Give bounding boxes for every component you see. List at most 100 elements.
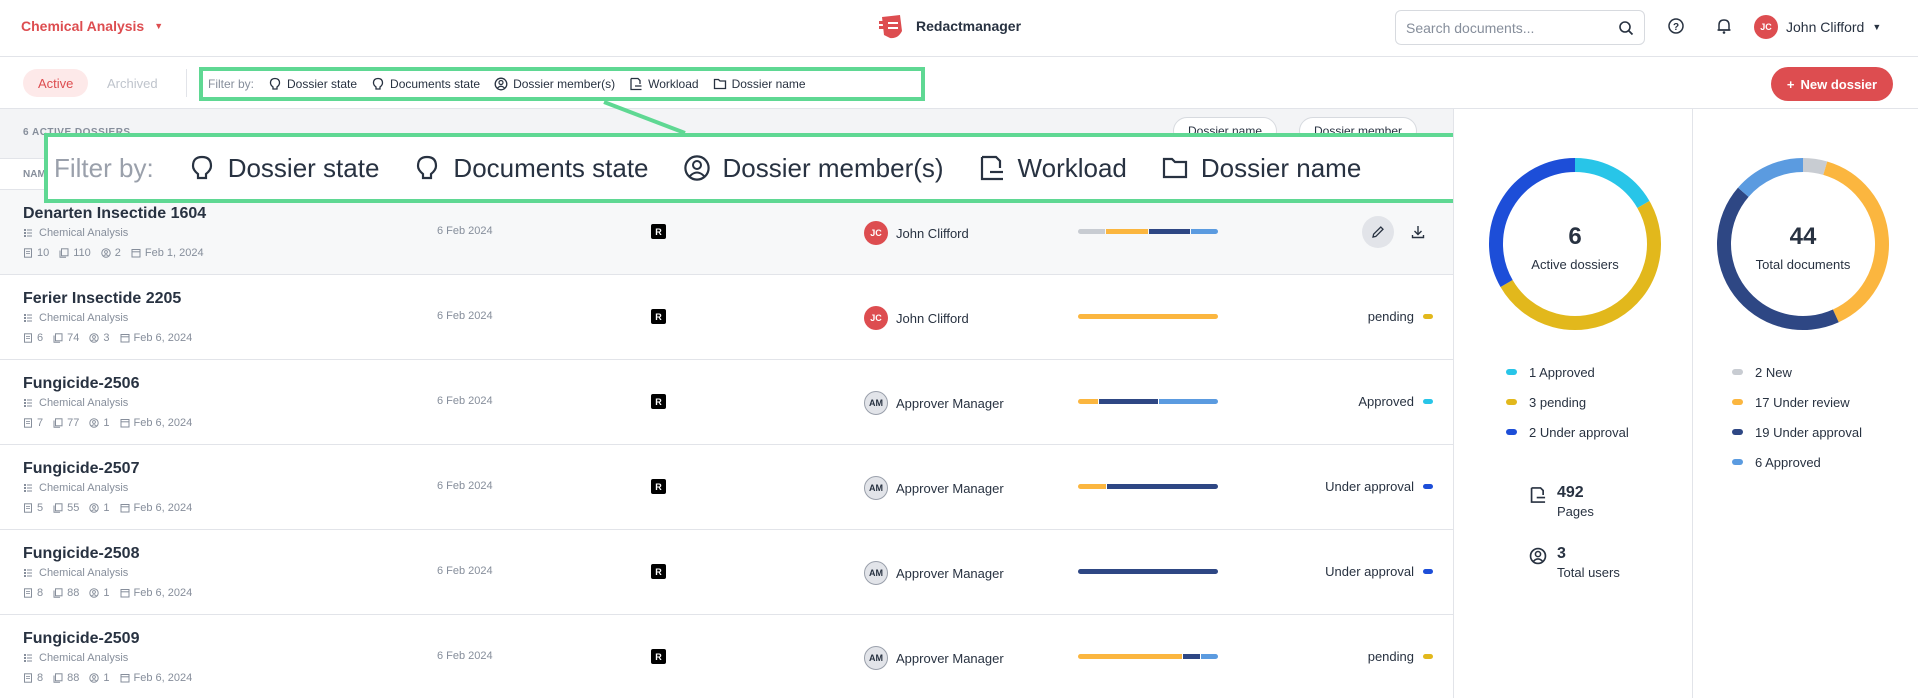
doc-count-value: 6 (37, 332, 44, 344)
help-icon[interactable]: ? (1667, 17, 1685, 35)
last-modified: 6 Feb 2024 (437, 395, 493, 407)
template-badge: R (651, 309, 666, 324)
dossier-name[interactable]: Fungicide-2506 (23, 375, 139, 393)
dossier-name[interactable]: Fungicide-2507 (23, 460, 139, 478)
avatar: AM (864, 646, 888, 670)
table-row[interactable]: Fungicide-2506 Chemical Analysis 7 77 1 Feb 6… (0, 360, 1453, 445)
legend-item[interactable]: 3 pending (1506, 387, 1629, 417)
table-row[interactable]: Ferier Insectide 2205 Chemical Analysis 6 7… (0, 275, 1453, 360)
workload-icon (980, 155, 1003, 181)
bulb-icon (417, 155, 438, 180)
dossier-stats: 6 74 3 Feb 6, 2024 (23, 332, 192, 344)
new-dossier-label: New dossier (1800, 76, 1878, 92)
dossier-name[interactable]: Denarten Insectide 1604 (23, 205, 206, 223)
filter-dossier-members[interactable]: Dossier member(s) (494, 77, 615, 91)
tab-active[interactable]: Active (23, 69, 89, 97)
created-date-value: Feb 6, 2024 (133, 587, 193, 599)
dossier-total: 6 (1568, 223, 1582, 250)
pages-icon (53, 503, 63, 513)
dossier-name[interactable]: Ferier Insectide 2205 (23, 290, 181, 308)
filter-label-text: Dossier member(s) (722, 152, 944, 183)
table-row[interactable]: Fungicide-2507 Chemical Analysis 5 55 1 Feb 6… (0, 445, 1453, 530)
template-name: Chemical Analysis (39, 567, 129, 579)
pages-icon (59, 248, 69, 258)
workload-segment-approval (1078, 569, 1218, 574)
stats-panel: 6 Active dossiers 1 Approved 3 pending 2… (1453, 109, 1918, 698)
legend-item[interactable]: 2 Under approval (1506, 417, 1629, 447)
new-dossier-button[interactable]: + New dossier (1771, 67, 1893, 101)
template-badge: R (651, 649, 666, 664)
workload-bar (1078, 229, 1218, 234)
pages-icon (53, 673, 63, 683)
dossier-owner: AM Approver Manager (864, 391, 1004, 415)
status-label: Under approval (1325, 479, 1414, 494)
user-menu[interactable]: JC John Clifford ▼ (1754, 15, 1881, 39)
pages-icon (53, 588, 63, 598)
filter-documents-state[interactable]: Documents state (413, 153, 649, 184)
doc-count-value: 8 (37, 672, 44, 684)
legend-item[interactable]: 6 Approved (1732, 447, 1862, 477)
workload-bar (1078, 654, 1218, 659)
edit-button[interactable] (1362, 216, 1394, 248)
avatar: JC (864, 221, 888, 245)
document-icon (23, 418, 33, 428)
filter-dossier-members[interactable]: Dossier member(s) (683, 153, 944, 184)
status-dot (1423, 569, 1433, 574)
page-count-value: 77 (67, 417, 80, 429)
status-dot (1423, 399, 1433, 404)
dossier-donut-center: 6 Active dossiers (1485, 223, 1665, 272)
legend-item[interactable]: 2 New (1732, 357, 1862, 387)
workload-icon (1530, 487, 1546, 503)
page-count-value: 88 (67, 672, 80, 684)
legend-item[interactable]: 1 Approved (1506, 357, 1629, 387)
bulb-icon (269, 77, 281, 90)
filter-dossier-name[interactable]: Dossier name (713, 77, 806, 91)
workload-segment-new (1078, 229, 1106, 234)
table-row[interactable]: Fungicide-2508 Chemical Analysis 8 88 1 Feb 6… (0, 530, 1453, 615)
tab-archived[interactable]: Archived (107, 76, 158, 91)
legend-item[interactable]: 19 Under approval (1732, 417, 1862, 447)
legend-item[interactable]: 17 Under review (1732, 387, 1862, 417)
search-icon[interactable] (1618, 20, 1634, 36)
page-count-value: 74 (67, 332, 80, 344)
page-count: 110 (59, 247, 91, 259)
member-count: 3 (89, 332, 110, 344)
avatar: AM (864, 561, 888, 585)
pages-label: Pages (1557, 504, 1594, 519)
filter-workload[interactable]: Workload (978, 153, 1127, 184)
table-row[interactable]: Fungicide-2509 Chemical Analysis 8 88 1 Feb 6… (0, 615, 1453, 698)
legend-label: 1 Approved (1529, 364, 1595, 380)
filter-workload[interactable]: Workload (629, 77, 699, 91)
legend-dot (1732, 369, 1743, 375)
filter-dossier-name[interactable]: Dossier name (1161, 153, 1361, 184)
created-date-value: Feb 1, 2024 (144, 247, 204, 259)
search-input[interactable]: Search documents... (1395, 10, 1645, 45)
user-circle-icon (1529, 547, 1547, 565)
filter-dossier-state[interactable]: Dossier state (188, 153, 379, 184)
template-badge: R (651, 224, 666, 239)
documents-total: 44 (1789, 223, 1817, 250)
workload-segment-approved (1200, 654, 1218, 659)
status-label: pending (1367, 649, 1414, 664)
dossier-name[interactable]: Fungicide-2509 (23, 630, 139, 648)
workload-segment-approval (1182, 654, 1200, 659)
dossier-owner: AM Approver Manager (864, 646, 1004, 670)
user-icon (89, 673, 100, 683)
svg-text:?: ? (1673, 22, 1679, 33)
bell-icon[interactable] (1715, 17, 1733, 35)
filter-documents-state[interactable]: Documents state (371, 77, 480, 91)
divider (186, 69, 187, 97)
doc-count-value: 8 (37, 587, 44, 599)
dossier-owner: AM Approver Manager (864, 476, 1004, 500)
dossier-name[interactable]: Fungicide-2508 (23, 545, 139, 563)
download-button[interactable] (1402, 216, 1434, 248)
project-switcher[interactable]: Chemical Analysis ▼ (21, 18, 163, 34)
calendar-icon (131, 248, 141, 258)
template-name: Chemical Analysis (39, 312, 129, 324)
legend-dot (1732, 459, 1743, 465)
member-count-value: 1 (103, 417, 110, 429)
last-modified: 6 Feb 2024 (437, 225, 493, 237)
legend-dot (1506, 399, 1517, 405)
template-icon (23, 228, 33, 238)
filter-dossier-state[interactable]: Dossier state (268, 77, 357, 91)
